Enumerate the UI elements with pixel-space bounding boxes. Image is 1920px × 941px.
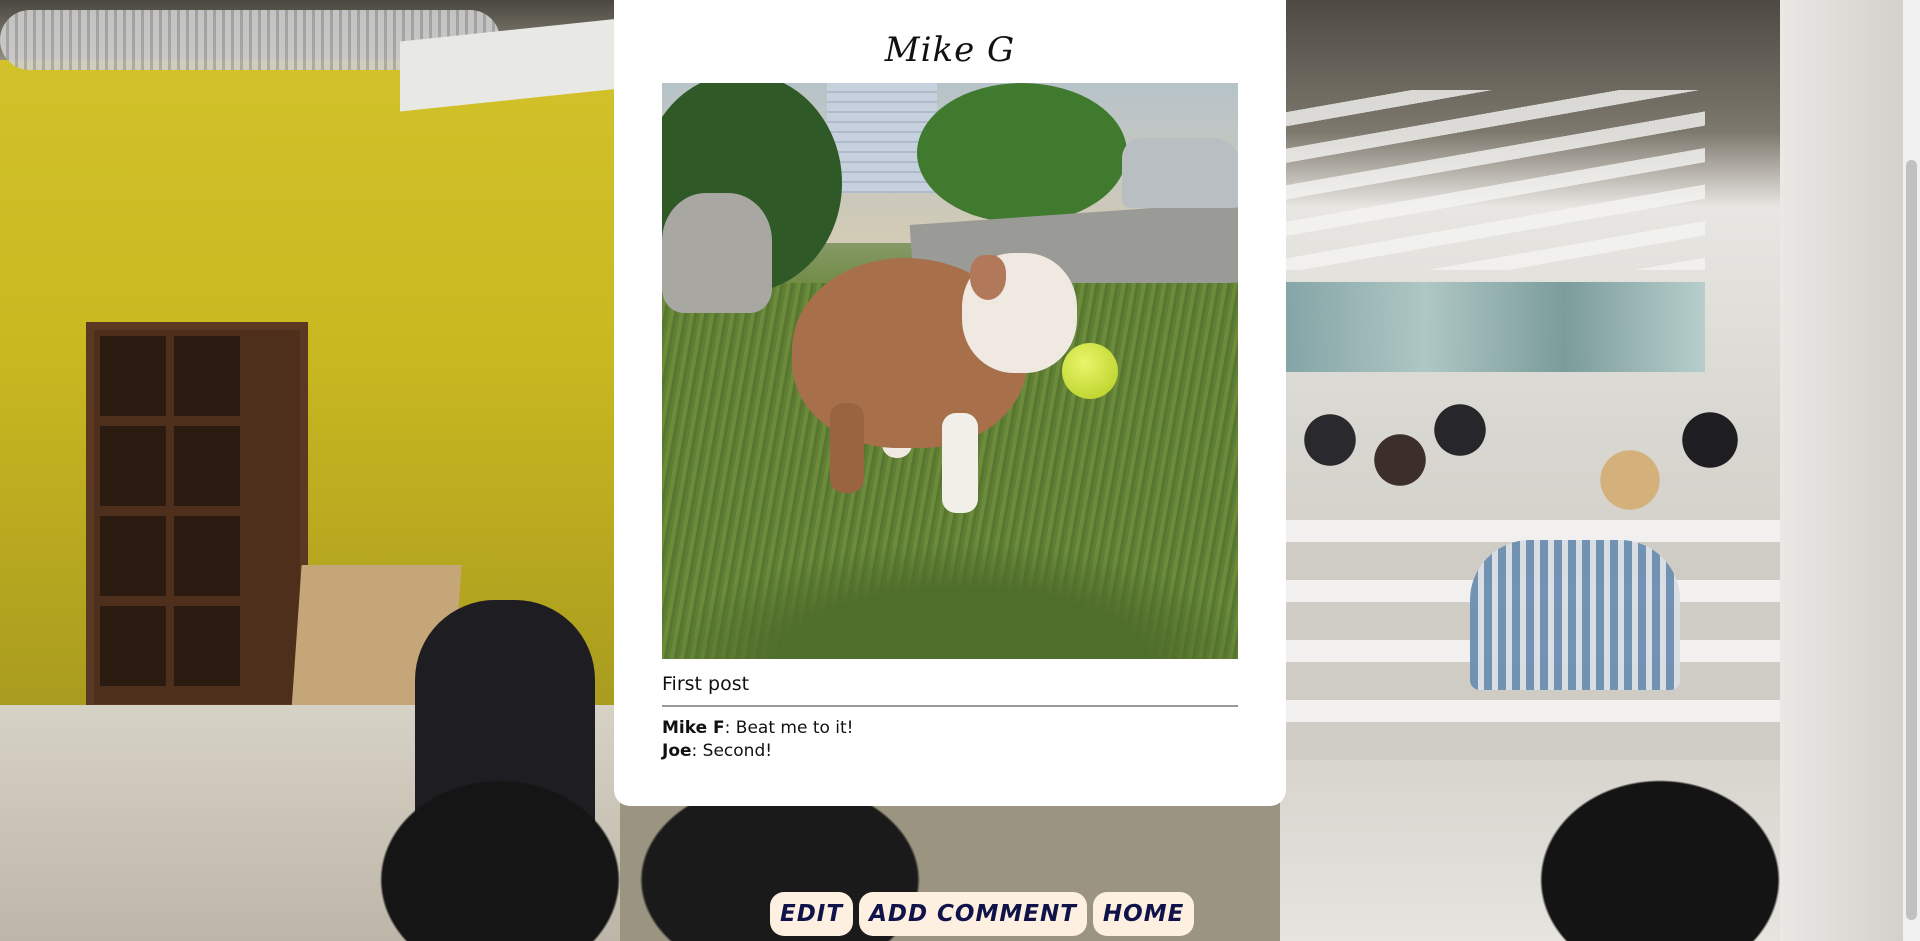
tennis-ball [1062,343,1118,399]
planter [662,193,772,313]
comment-text: : Second! [691,741,773,761]
person-plaid-shirt [1470,540,1680,690]
post-photo [662,83,1238,659]
post-card: Mike G First post Mike F: Beat me to it!… [614,0,1286,806]
comment-item: Joe: Second! [662,740,1238,763]
people-working [1290,400,1790,560]
comment-item: Mike F: Beat me to it! [662,717,1238,740]
window [1285,282,1705,372]
post-caption: First post [662,673,1238,707]
car [1122,138,1238,208]
bottom-nav: EDIT ADD COMMENT HOME [770,892,1195,936]
comment-list: Mike F: Beat me to it! Joe: Second! [662,717,1238,763]
ceiling-lights [1285,90,1705,270]
scrollbar[interactable] [1903,0,1920,941]
post-author-title: Mike G [884,30,1016,70]
comment-author: Mike F [662,718,725,738]
comment-author: Joe [662,741,692,761]
home-button[interactable]: HOME [1092,892,1195,936]
bookshelf [86,322,308,712]
dog-leg [830,403,864,493]
dog-leg [942,413,978,513]
comment-text: : Beat me to it! [724,718,854,738]
dog-ear [970,255,1006,300]
bush [917,83,1127,223]
edit-button[interactable]: EDIT [770,892,854,936]
add-comment-button[interactable]: ADD COMMENT [859,892,1087,936]
scrollbar-thumb[interactable] [1906,160,1917,920]
